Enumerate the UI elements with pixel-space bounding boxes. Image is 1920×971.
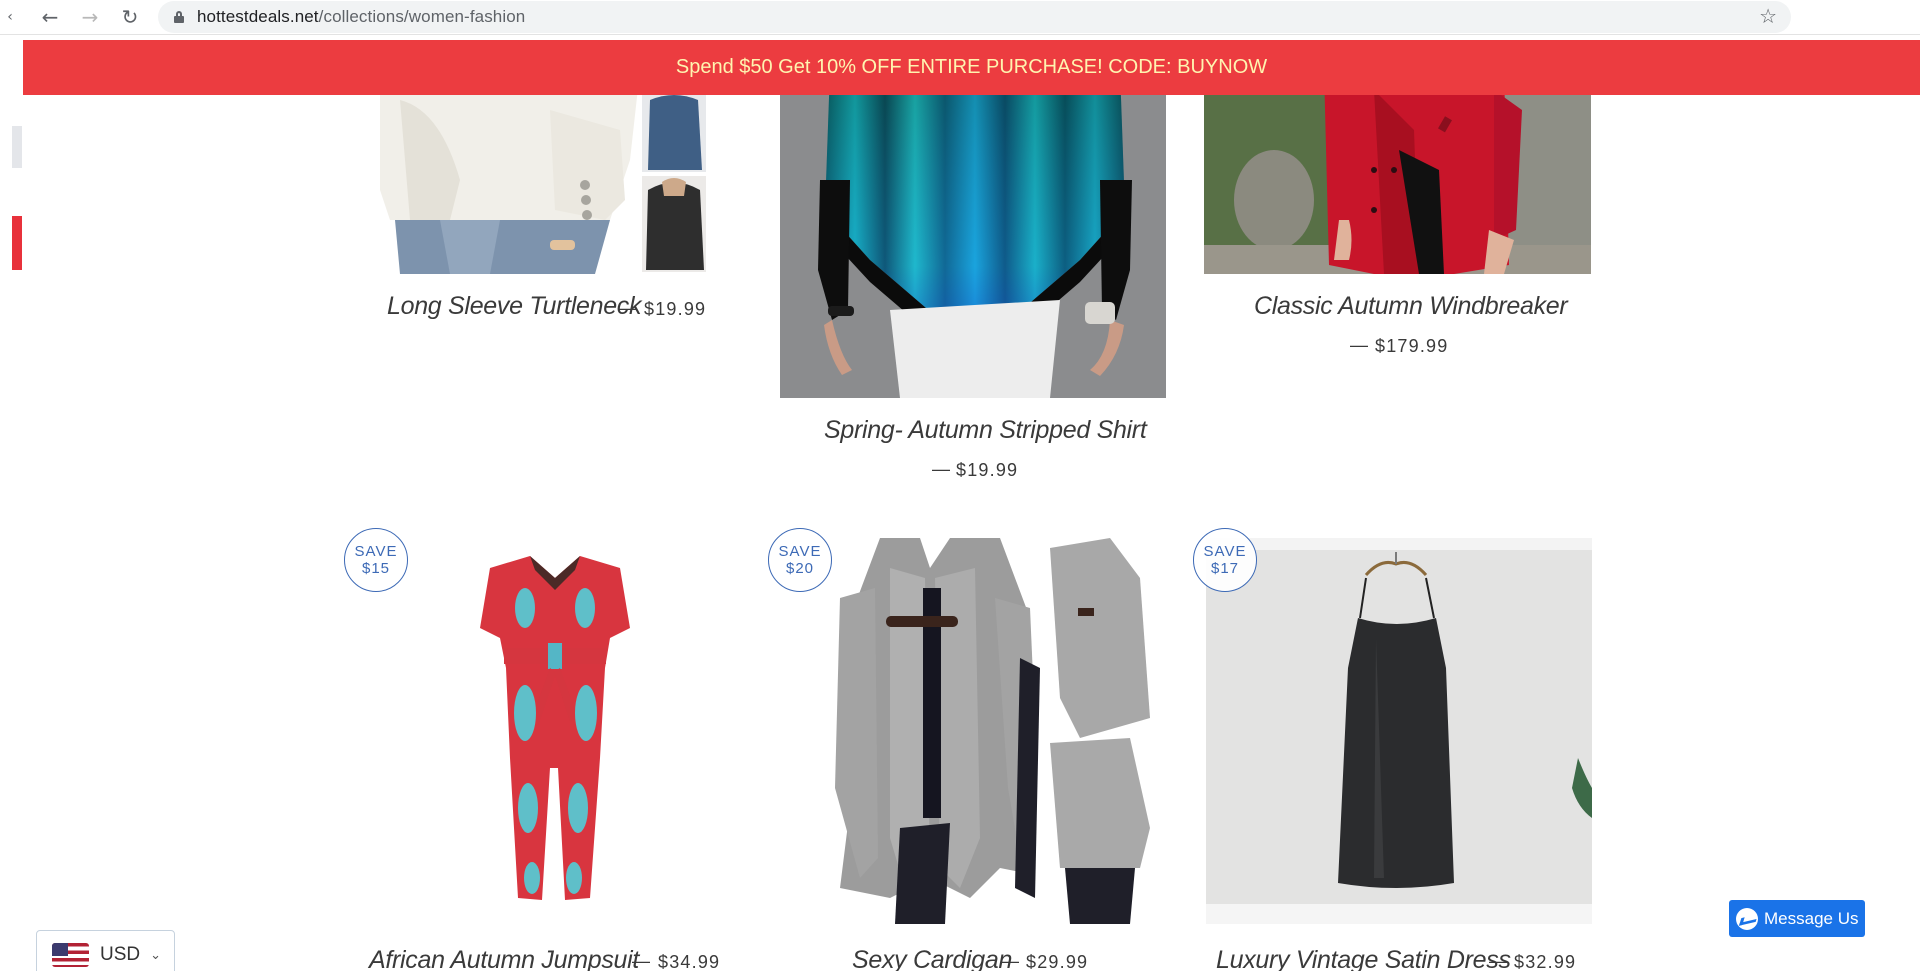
url-text: hottestdeals.net/collections/women-fashi…	[197, 7, 525, 27]
badge-amount: $20	[785, 560, 815, 577]
turtleneck-photo	[380, 70, 707, 274]
badge-label: SAVE	[778, 543, 822, 560]
url-path: /collections/women-fashion	[318, 7, 526, 26]
cardigan-photo	[780, 538, 1166, 924]
product-title[interactable]: Classic Autumn Windbreaker	[1254, 292, 1568, 321]
url-domain: hottestdeals.net	[197, 7, 319, 26]
tab-scroll-icon[interactable]: ‹	[0, 4, 20, 30]
product-image-stripped-shirt[interactable]	[780, 70, 1166, 398]
message-us-button[interactable]: Message Us	[1729, 900, 1865, 937]
reload-icon[interactable]: ↻	[117, 4, 143, 30]
price-separator: —	[618, 298, 636, 318]
page: ‹ ← → ↻ hottestdeals.net/collections/wom…	[0, 0, 1920, 971]
product-image-satin-dress[interactable]	[1206, 538, 1592, 924]
windbreaker-photo	[1204, 70, 1591, 274]
product-title[interactable]: Luxury Vintage Satin Dress	[1216, 946, 1511, 971]
address-bar[interactable]: hottestdeals.net/collections/women-fashi…	[158, 1, 1791, 33]
badge-amount: $15	[361, 560, 391, 577]
badge-label: SAVE	[1203, 543, 1247, 560]
forward-arrow-icon[interactable]: →	[77, 4, 103, 30]
product-image-cardigan[interactable]	[780, 538, 1166, 924]
message-us-label: Message Us	[1764, 908, 1859, 928]
jumpsuit-photo	[470, 548, 640, 910]
edge-tab-marker	[12, 216, 22, 270]
product-price: $29.99	[1026, 952, 1089, 971]
currency-selector[interactable]: USD ⌄	[36, 930, 175, 971]
product-price: $19.99	[956, 460, 1019, 480]
product-title[interactable]: Spring- Autumn Stripped Shirt	[824, 416, 1147, 445]
save-badge: SAVE $17	[1193, 528, 1257, 592]
price-separator: —	[1489, 951, 1507, 971]
product-image-jumpsuit[interactable]	[470, 548, 640, 910]
product-title[interactable]: Long Sleeve Turtleneck	[387, 292, 642, 321]
us-flag-icon	[52, 943, 89, 967]
badge-label: SAVE	[354, 543, 398, 560]
product-price: $19.99	[644, 299, 707, 319]
product-image-turtleneck[interactable]	[380, 70, 707, 274]
save-badge: SAVE $20	[768, 528, 832, 592]
currency-code: USD	[100, 944, 141, 965]
chevron-down-icon: ⌄	[150, 947, 162, 963]
star-icon[interactable]: ☆	[1759, 4, 1777, 28]
price-separator: —	[1001, 951, 1019, 971]
product-price: $179.99	[1375, 336, 1449, 356]
satin-dress-photo	[1206, 538, 1592, 924]
product-title[interactable]: Sexy Cardigan	[852, 946, 1012, 971]
product-price: $32.99	[1514, 952, 1577, 971]
back-arrow-icon[interactable]: ←	[37, 4, 63, 30]
product-title[interactable]: African Autumn Jumpsuit	[369, 946, 639, 971]
price-separator: —	[1350, 335, 1368, 355]
announcement-text: Spend $50 Get 10% OFF ENTIRE PURCHASE! C…	[675, 56, 1268, 78]
edge-panel-marker	[12, 126, 22, 168]
messenger-icon	[1736, 907, 1758, 930]
price-separator: —	[632, 951, 650, 971]
announcement-bar[interactable]: Spend $50 Get 10% OFF ENTIRE PURCHASE! C…	[23, 40, 1920, 95]
lock-icon	[174, 11, 184, 23]
product-image-windbreaker[interactable]	[1204, 70, 1591, 274]
badge-amount: $17	[1210, 560, 1240, 577]
save-badge: SAVE $15	[344, 528, 408, 592]
price-separator: —	[932, 459, 950, 479]
product-price: $34.99	[658, 952, 721, 971]
stripped-shirt-photo	[780, 70, 1166, 398]
browser-toolbar: ‹ ← → ↻ hottestdeals.net/collections/wom…	[0, 0, 1920, 35]
